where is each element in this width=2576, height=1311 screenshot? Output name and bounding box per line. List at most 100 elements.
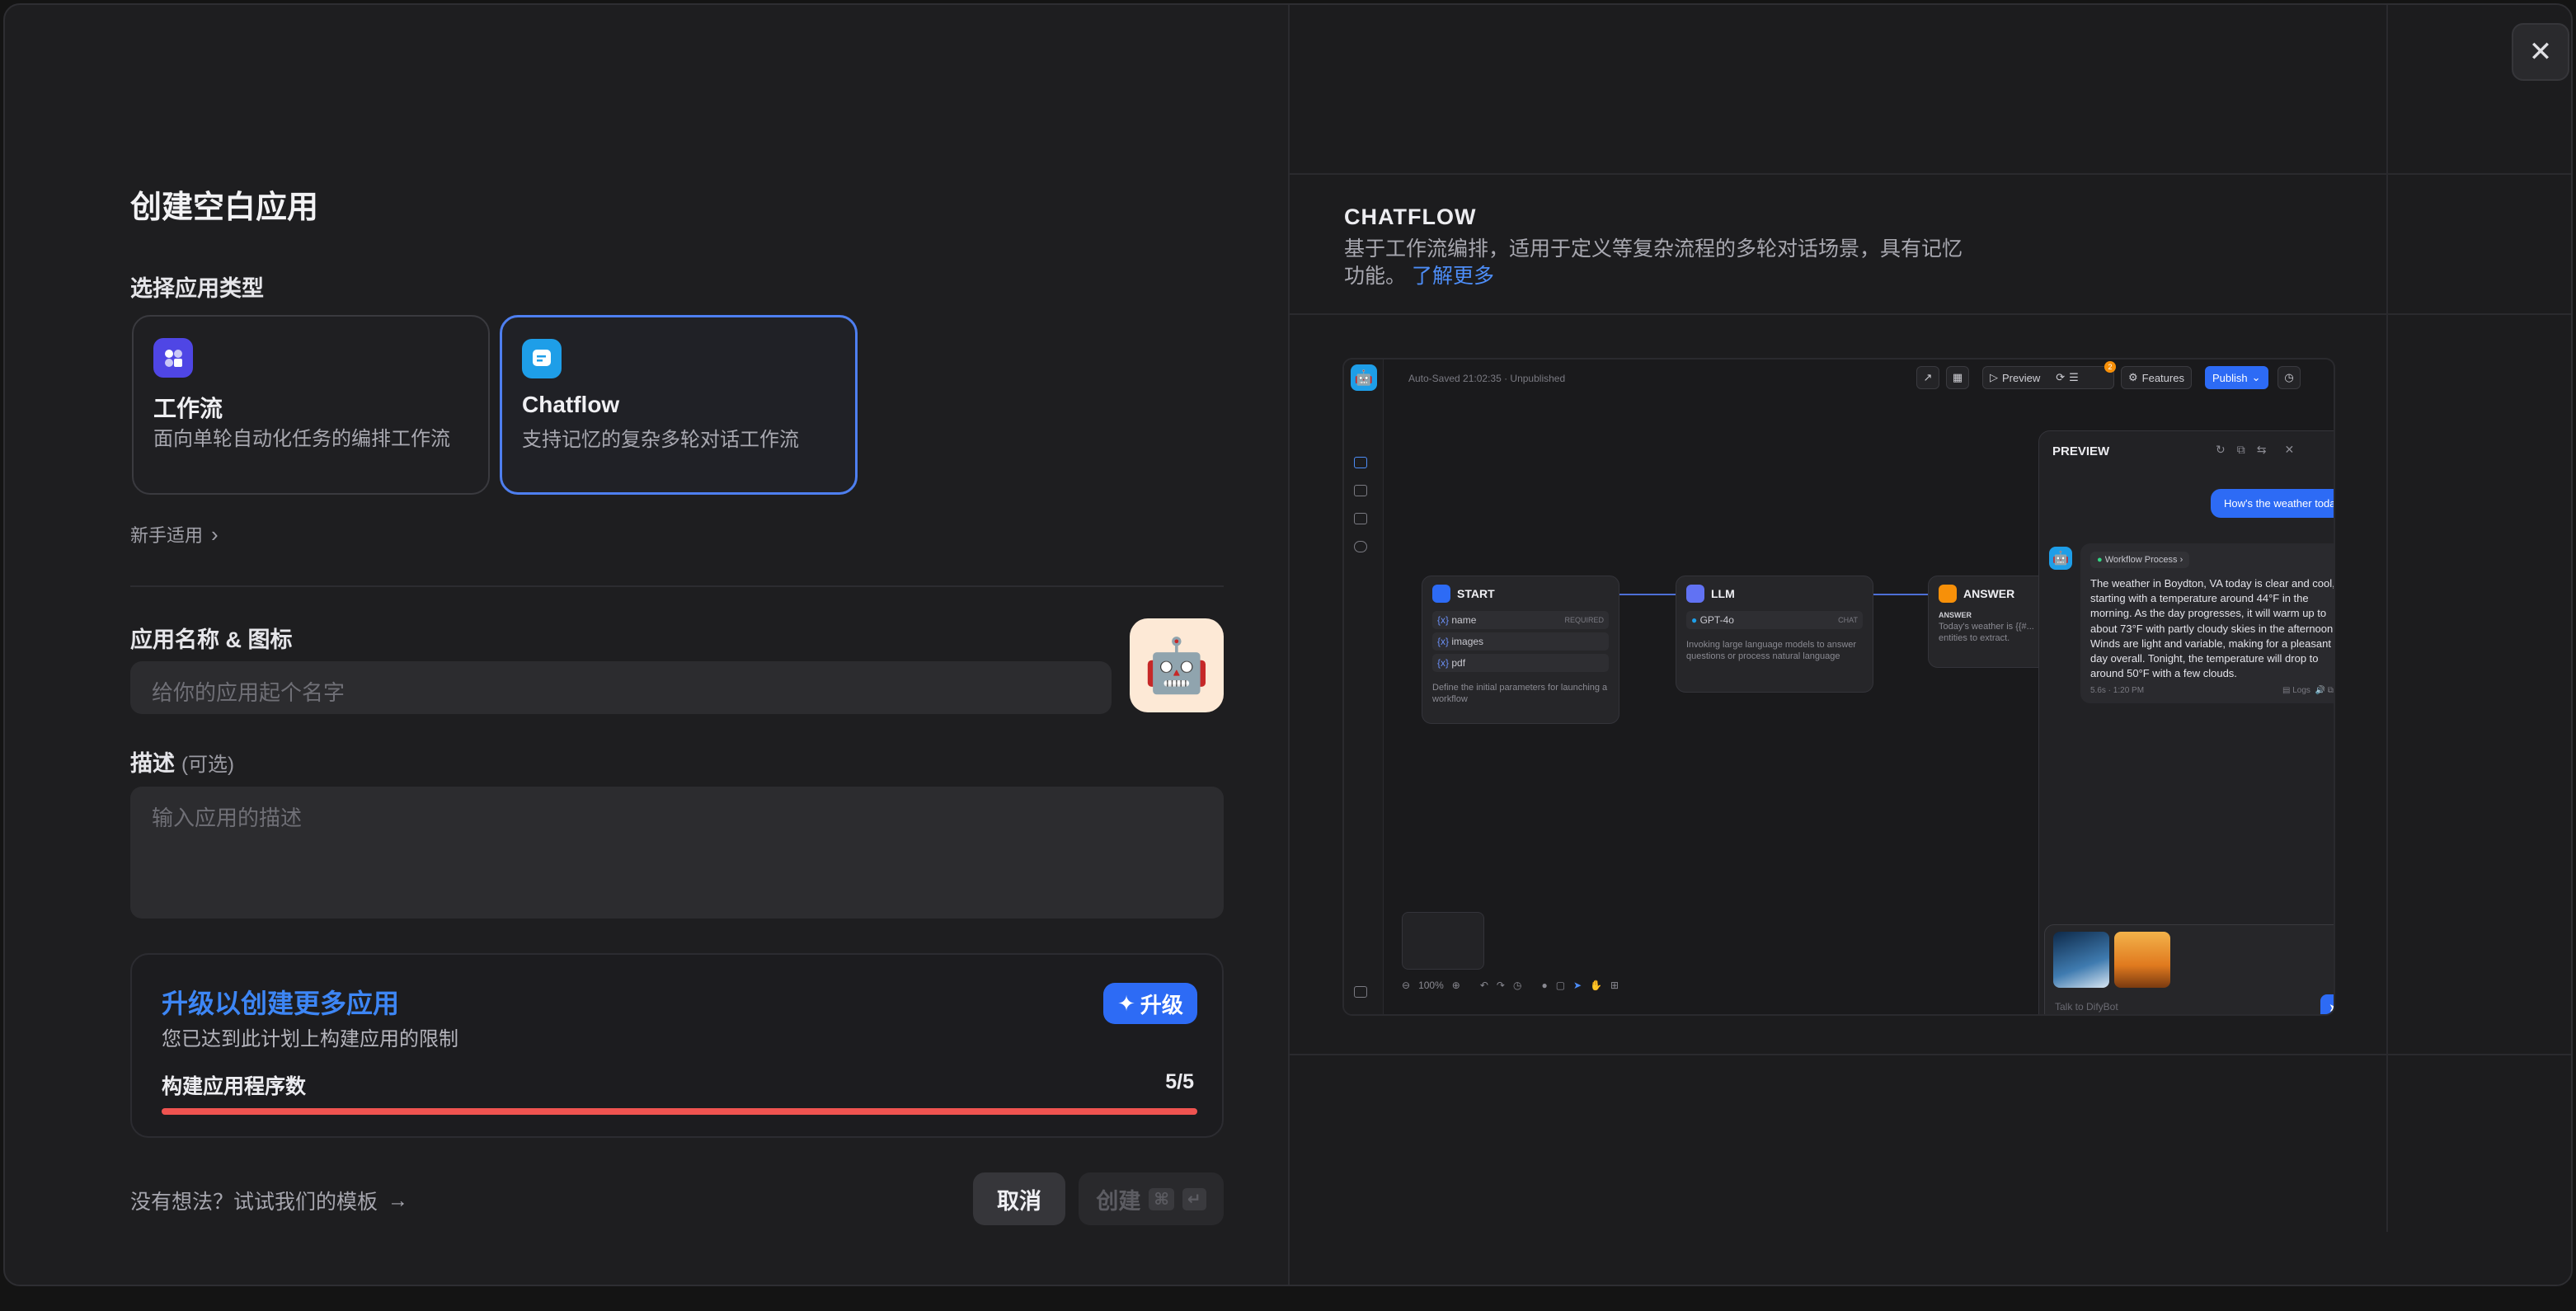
learn-more-link[interactable]: 了解更多 [1412,265,1494,288]
mini-minimap [1402,912,1484,970]
upgrade-title: 升级以创建更多应用 [162,989,400,1018]
sparkle-icon: ✦ [1117,990,1135,1016]
chat-input-box: Talk to DifyBot ➤ [2044,924,2334,1014]
app-type-label: 选择应用类型 [130,276,264,301]
mini-features-label: Features [2141,371,2184,384]
chatflow-icon [522,339,562,378]
start-var: pdf [1451,657,1466,669]
send-icon: ➤ [2320,994,2334,1014]
app-name-input[interactable]: 给你的应用起个名字 [130,661,1112,714]
divider [1290,313,2571,315]
beginner-link-label: 新手适用 [130,525,204,546]
preview-desc: 基于工作流编排，适用于定义等复杂流程的多轮对话场景，具有记忆功能。 了解更多 [1344,236,1971,290]
app-type-desc: 支持记忆的复杂多轮对话工作流 [522,429,799,451]
mini-history-icon: ◷ [2278,366,2301,389]
mini-preview-btn: ▷ Preview ⟳ ☰ [1982,366,2114,389]
divider [1290,173,2571,175]
upgrade-subtitle: 您已达到此计划上构建应用的限制 [162,1028,458,1050]
app-count-label: 构建应用程序数 [162,1075,307,1098]
arrow-right-icon: → [388,1188,409,1212]
mini-chat-panel: PREVIEW ↻ ⧉ ⇆ ✕ How's the weather today 🤖 ●… [2038,430,2335,1014]
mini-sidebar-icon [1354,457,1367,468]
divider [2386,5,2388,1232]
preview-panel: CHATFLOW 基于工作流编排，适用于定义等复杂流程的多轮对话场景，具有记忆功… [1288,5,2571,1285]
cancel-button[interactable]: 取消 [973,1172,1065,1225]
mini-toolbar-icon: ↗ [1916,366,1939,389]
mini-features-btn: ⚙ Features [2121,366,2192,389]
create-app-dialog: 创建空白应用 选择应用类型 工作流 面向单轮自动化任务的编排工作流 Chatfl… [3,3,2573,1286]
chat-meta: 5.6s · 1:20 PM [2090,686,2145,696]
answer-text: entities to extract. [1939,632,2010,643]
enter-key-icon: ↵ [1182,1187,1206,1210]
chat-bot-msg: ● Workflow Process › The weather in Boyd… [2080,543,2335,704]
create-button[interactable]: 创建 ⌘ ↵ [1079,1172,1224,1225]
template-link[interactable]: 没有想法？试试我们的模板 → [130,1186,408,1215]
chatflow-preview-image: 🤖 Auto-Saved 21:02:35 · Unpublished ↗ ▦ … [1342,358,2335,1016]
dialog-title: 创建空白应用 [130,190,319,225]
app-type-name: 工作流 [153,396,223,421]
name-icon-label: 应用名称 & 图标 [130,627,293,652]
app-count-progress [162,1108,1197,1115]
upgrade-banner: 升级以创建更多应用 您已达到此计划上构建应用的限制 ✦ 升级 构建应用程序数 5/… [130,953,1224,1138]
chevron-right-icon: › [211,521,219,547]
llm-node-title: LLM [1711,587,1735,600]
chat-reply-text: The weather in Boydton, VA today is clea… [2090,577,2335,680]
chat-placeholder: Talk to DifyBot [2055,1001,2118,1013]
mini-sidebar-icon [1354,513,1367,524]
divider [130,585,1224,587]
image-thumbnail [2114,932,2170,988]
mini-preview-label: Preview [2002,371,2041,384]
answer-text: Today's weather is {{#... [1939,621,2034,632]
answer-label: ANSWER [1939,611,1972,619]
edge [1873,594,1928,595]
divider [1290,1054,2571,1055]
chat-header-icons: ↻ ⧉ ⇆ ✕ [2216,443,2295,456]
command-key-icon: ⌘ [1149,1187,1174,1210]
chat-logs: Logs [2292,686,2310,696]
robot-icon: 🤖 [1351,364,1377,391]
image-thumbnail [2053,932,2109,988]
template-link-label: 没有想法？试试我们的模板 [130,1191,378,1214]
llm-model: GPT-4o [1699,614,1734,626]
edge [1619,594,1676,595]
app-icon-picker[interactable]: 🤖 [1130,618,1224,712]
required-tag: REQUIRED [1564,616,1604,624]
app-type-name: Chatflow [522,392,620,417]
mini-publish-label: Publish [2212,371,2248,384]
chat-title: PREVIEW [2052,444,2110,458]
start-node-title: START [1457,587,1495,600]
mini-publish-btn: Publish ⌄ [2205,366,2268,389]
desc-label: 描述 [130,751,175,776]
llm-mode-tag: CHAT [1838,616,1858,624]
answer-node-title: ANSWER [1963,587,2015,600]
mini-sidebar-icon [1354,986,1367,998]
app-desc-placeholder: 输入应用的描述 [152,806,303,830]
progress-fill [162,1108,1197,1115]
start-node-desc: Define the initial parameters for launch… [1432,683,1608,705]
preview-title: CHATFLOW [1344,204,1477,229]
close-button[interactable]: ✕ [2512,23,2569,81]
chat-user-msg: How's the weather today [2211,489,2334,518]
app-name-placeholder: 给你的应用起个名字 [152,680,346,705]
desc-optional: (可选) [181,754,234,776]
mini-zoom-bar: ⊖ 100% ⊕ ↶ ↷ ◷ ● ▢ ➤ ✋ ⊞ [1402,980,1619,991]
mini-answer-node: ANSWER ANSWER Today's weather is {{#... … [1928,576,2052,668]
mini-status: Auto-Saved 21:02:35 · Unpublished [1408,373,1566,384]
start-var: name [1451,614,1477,626]
start-var: images [1451,636,1484,647]
upgrade-button-label: 升级 [1140,992,1183,1017]
desc-label-row: 描述 (可选) [130,745,234,778]
mini-zoom: 100% [1418,980,1444,991]
close-icon: ✕ [2528,36,2553,68]
workflow-process: Workflow Process [2104,555,2178,565]
form-panel: 创建空白应用 选择应用类型 工作流 面向单轮自动化任务的编排工作流 Chatfl… [5,5,1288,1285]
app-desc-input[interactable]: 输入应用的描述 [130,787,1224,919]
upgrade-button[interactable]: ✦ 升级 [1103,983,1197,1024]
beginner-link[interactable]: 新手适用 › [130,521,219,547]
app-type-workflow[interactable]: 工作流 面向单轮自动化任务的编排工作流 [132,315,490,495]
mini-toolbar-icon: ▦ [1946,366,1969,389]
app-type-chatflow[interactable]: Chatflow 支持记忆的复杂多轮对话工作流 [500,315,858,495]
app-type-desc: 面向单轮自动化任务的编排工作流 [153,428,450,450]
llm-node-desc: Invoking large language models to answer… [1686,640,1857,662]
robot-icon: 🤖 [2049,547,2072,570]
